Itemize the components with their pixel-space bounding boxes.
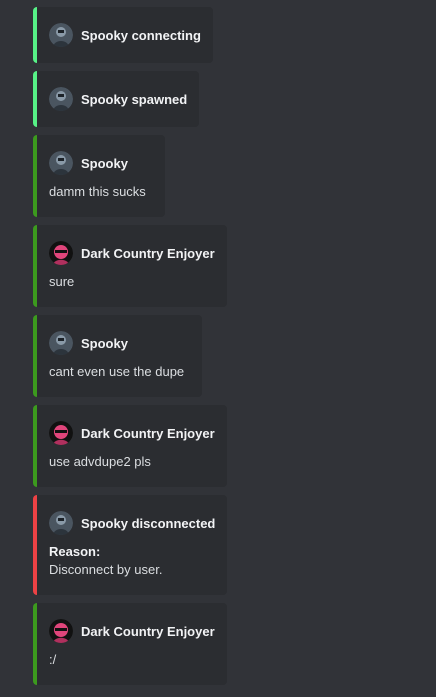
chat-message-embed: Dark Country Enjoyer :/ (33, 603, 227, 685)
chat-message-embed: Dark Country Enjoyer use advdupe2 pls (33, 405, 227, 487)
message-text: sure (49, 274, 75, 289)
author-name[interactable]: Spooky (81, 156, 128, 171)
enjoyer-avatar[interactable] (49, 421, 73, 445)
author-name[interactable]: Spooky disconnected (81, 516, 215, 531)
embed-author: Dark Country Enjoyer (49, 619, 215, 643)
author-name[interactable]: Spooky spawned (81, 92, 187, 107)
message-feed: Spooky connecting Spooky spawned Spooky (0, 0, 436, 697)
author-name[interactable]: Dark Country Enjoyer (81, 624, 215, 639)
spooky-avatar[interactable] (49, 331, 73, 355)
chat-message-embed: Spooky cant even use the dupe (33, 315, 202, 397)
embed-author: Dark Country Enjoyer (49, 241, 215, 265)
author-name[interactable]: Dark Country Enjoyer (81, 246, 215, 261)
embed-author: Spooky (49, 151, 128, 175)
embed-author: Spooky disconnected (49, 511, 215, 535)
join-event-embed: Spooky connecting (33, 7, 213, 63)
leave-event-embed: Spooky disconnected Reason: Disconnect b… (33, 495, 227, 595)
embed-author: Spooky spawned (49, 87, 187, 111)
embed-author: Spooky (49, 331, 128, 355)
spooky-avatar[interactable] (49, 23, 73, 47)
spooky-avatar[interactable] (49, 151, 73, 175)
message-text: cant even use the dupe (49, 364, 185, 379)
spooky-avatar[interactable] (49, 511, 73, 535)
author-name[interactable]: Dark Country Enjoyer (81, 426, 215, 441)
message-text: damm this sucks (49, 184, 146, 199)
enjoyer-avatar[interactable] (49, 619, 73, 643)
spooky-avatar[interactable] (49, 87, 73, 111)
author-name[interactable]: Spooky connecting (81, 28, 201, 43)
message-text: :/ (49, 652, 57, 667)
embed-author: Dark Country Enjoyer (49, 421, 215, 445)
chat-message-embed: Dark Country Enjoyer sure (33, 225, 227, 307)
enjoyer-avatar[interactable] (49, 241, 73, 265)
reason-field-value: Disconnect by user. (49, 562, 163, 577)
embed-author: Spooky connecting (49, 23, 201, 47)
author-name[interactable]: Spooky (81, 336, 128, 351)
message-text: use advdupe2 pls (49, 454, 151, 469)
chat-message-embed: Spooky damm this sucks (33, 135, 165, 217)
reason-field-name: Reason: (49, 544, 101, 559)
spawn-event-embed: Spooky spawned (33, 71, 199, 127)
